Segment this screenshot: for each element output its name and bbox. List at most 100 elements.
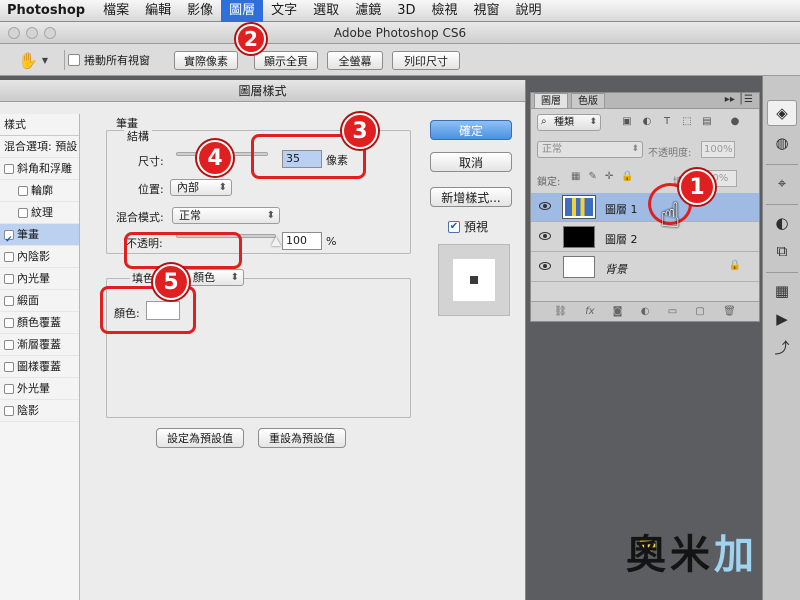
style-item[interactable]: 陰影 — [0, 400, 79, 422]
swatches-panel-icon[interactable]: ▦ — [767, 278, 797, 304]
styles-header[interactable]: 樣式 — [0, 114, 79, 136]
cancel-button[interactable]: 取消 — [430, 152, 512, 172]
app-menu[interactable]: Photoshop — [0, 3, 95, 18]
lock-position-icon[interactable]: ✛ — [605, 171, 613, 182]
adjustments-panel-icon[interactable]: ◐ — [767, 210, 797, 236]
menu-help[interactable]: 說明 — [508, 0, 550, 22]
panel-menu-icon[interactable]: ▸▸ │☰ — [725, 94, 753, 105]
style-item[interactable]: 輪廓 — [0, 180, 79, 202]
style-item[interactable]: 顏色覆蓋 — [0, 312, 79, 334]
scroll-all-windows-checkbox[interactable] — [68, 54, 80, 66]
style-checkbox[interactable] — [4, 339, 14, 350]
lock-transparent-icon[interactable]: ▦ — [571, 171, 580, 182]
style-item-label: 混合選項: 預設 — [4, 139, 78, 153]
pixel-filter-icon[interactable]: ▣ — [621, 116, 633, 128]
link-layers-icon[interactable]: ⛓ — [554, 306, 567, 317]
eye-icon[interactable] — [539, 262, 551, 270]
blend-mode-dropdown[interactable]: 正常 — [172, 207, 280, 224]
style-checkbox[interactable] — [4, 163, 14, 174]
actual-pixels-button[interactable]: 實際像素 — [174, 51, 238, 70]
layer-filter-dropdown[interactable]: ⌕ 種類 — [537, 114, 601, 131]
style-item[interactable]: 內陰影 — [0, 246, 79, 268]
layers-panel: 圖層 色版 ▸▸ │☰ ⌕ 種類 ▣ ◐ T ⬚ ▤ ● 正常 不透明度: 10… — [530, 92, 760, 322]
style-checkbox[interactable] — [18, 185, 28, 196]
style-item[interactable]: 筆畫 — [0, 224, 79, 246]
make-default-button[interactable]: 設定為預設值 — [156, 428, 244, 448]
style-checkbox[interactable] — [18, 207, 28, 218]
eye-icon[interactable] — [539, 202, 551, 210]
actions-play-icon[interactable]: ▶ — [767, 306, 797, 332]
lock-label: 鎖定: — [537, 177, 561, 188]
ok-button[interactable]: 確定 — [430, 120, 512, 140]
style-item[interactable]: 外光暈 — [0, 378, 79, 400]
new-group-icon[interactable]: ▭ — [668, 306, 677, 317]
channels-panel-icon[interactable]: ◍ — [767, 130, 797, 156]
layers-panel-icon[interactable]: ◈ — [767, 100, 797, 126]
layer-row[interactable]: 圖層 1 — [531, 193, 759, 222]
fill-screen-button[interactable]: 全螢幕 — [327, 51, 383, 70]
trash-icon[interactable]: 🗑 — [723, 306, 736, 317]
menu-type[interactable]: 文字 — [263, 0, 305, 22]
fx-icon[interactable]: fx — [585, 306, 594, 317]
style-checkbox[interactable] — [4, 317, 14, 328]
new-adjustment-icon[interactable]: ◐ — [641, 306, 650, 317]
menu-filter[interactable]: 濾鏡 — [347, 0, 389, 22]
tab-channels[interactable]: 色版 — [571, 93, 605, 108]
menu-view[interactable]: 檢視 — [423, 0, 465, 22]
type-filter-icon[interactable]: T — [661, 116, 673, 128]
style-checkbox[interactable] — [4, 229, 14, 240]
style-item[interactable]: 斜角和浮雕 — [0, 158, 79, 180]
style-checkbox[interactable] — [4, 405, 14, 416]
style-item[interactable]: 漸層覆蓋 — [0, 334, 79, 356]
panel-tabs: 圖層 色版 ▸▸ │☰ — [531, 93, 759, 109]
menu-edit[interactable]: 編輯 — [137, 0, 179, 22]
style-checkbox[interactable] — [4, 361, 14, 372]
chevron-down-icon: ▼ — [41, 55, 49, 65]
layer-row[interactable]: 背景 🔒 — [531, 253, 759, 282]
filter-toggle-icon[interactable]: ● — [729, 116, 741, 128]
style-item[interactable]: 內光暈 — [0, 268, 79, 290]
lock-image-icon[interactable]: ✎ — [588, 171, 596, 182]
style-checkbox[interactable] — [4, 295, 14, 306]
style-checkbox[interactable] — [4, 273, 14, 284]
opacity-input[interactable]: 100 — [282, 232, 322, 250]
layer-filter-value: 種類 — [554, 117, 574, 128]
fill-type-dropdown[interactable]: 顏色 — [186, 269, 244, 286]
style-checkbox[interactable] — [4, 383, 14, 394]
eye-icon[interactable] — [539, 232, 551, 240]
style-item-label: 漸層覆蓋 — [17, 337, 61, 351]
menu-file[interactable]: 檔案 — [95, 0, 137, 22]
layer-blend-mode-dropdown[interactable]: 正常 — [537, 141, 643, 158]
opacity-slider-knob[interactable] — [271, 237, 281, 246]
layer-opacity-input[interactable]: 100% — [701, 141, 735, 158]
shape-filter-icon[interactable]: ⬚ — [681, 116, 693, 128]
reset-default-button[interactable]: 重設為預設值 — [258, 428, 346, 448]
new-style-button[interactable]: 新增樣式... — [430, 187, 512, 207]
add-mask-icon[interactable]: ◙ — [613, 306, 623, 317]
new-layer-icon[interactable]: ▢ — [695, 306, 704, 317]
3d-panel-icon[interactable]: ⧉ — [767, 238, 797, 264]
fit-screen-button[interactable]: 顯示全頁 — [254, 51, 318, 70]
style-item[interactable]: 紋理 — [0, 202, 79, 224]
style-item[interactable]: 緞面 — [0, 290, 79, 312]
lock-all-icon[interactable]: 🔒 — [621, 171, 633, 182]
style-item[interactable]: 混合選項: 預設 — [0, 136, 79, 158]
smart-object-filter-icon[interactable]: ▤ — [701, 116, 713, 128]
menu-layer[interactable]: 圖層 — [221, 0, 264, 22]
menu-3d[interactable]: 3D — [389, 0, 423, 22]
style-checkbox[interactable] — [4, 251, 14, 262]
layer-row[interactable]: 圖層 2 — [531, 223, 759, 252]
style-item[interactable]: 圖樣覆蓋 — [0, 356, 79, 378]
adjustment-filter-icon[interactable]: ◐ — [641, 116, 653, 128]
menu-image[interactable]: 影像 — [179, 0, 221, 22]
history-panel-icon[interactable]: ⤴ — [767, 334, 797, 360]
menu-select[interactable]: 選取 — [305, 0, 347, 22]
paths-panel-icon[interactable]: ⌖ — [767, 170, 797, 196]
tab-layers[interactable]: 圖層 — [534, 93, 568, 108]
print-size-button[interactable]: 列印尺寸 — [392, 51, 460, 70]
tool-preset-picker[interactable]: ✋ ▼ — [18, 49, 60, 71]
preview-checkbox[interactable]: ✔ — [448, 220, 460, 233]
menu-window[interactable]: 視窗 — [466, 0, 508, 22]
position-dropdown[interactable]: 內部 — [170, 179, 232, 196]
layer-name: 圖層 1 — [605, 203, 638, 216]
